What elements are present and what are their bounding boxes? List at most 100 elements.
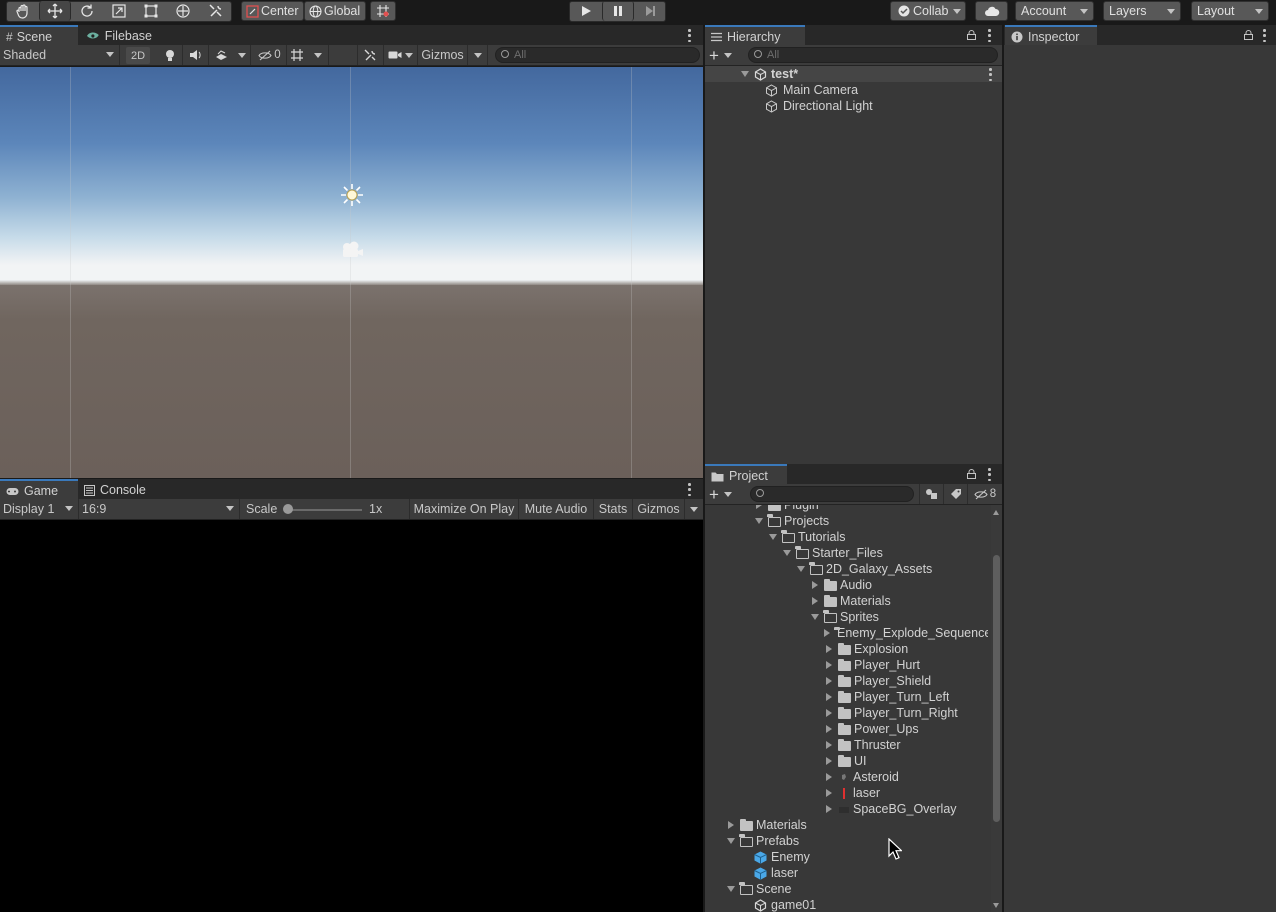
project-tree-item[interactable]: Prefabs [726,833,799,849]
expand-toggle[interactable] [824,757,834,765]
hierarchy-lock-icon[interactable] [967,30,976,40]
collapse-arrow-icon[interactable] [812,581,818,589]
rect-tool-button[interactable] [135,1,167,21]
project-tree-item[interactable]: Enemy [740,849,810,865]
pause-button[interactable] [602,1,634,21]
scene-panel-menu-icon[interactable] [688,29,691,42]
project-tree-item[interactable]: Starter_Files [782,545,883,561]
shading-mode-dropdown[interactable]: Shaded [0,45,120,65]
project-search-input[interactable] [750,486,914,502]
game-panel-menu-icon[interactable] [688,483,691,496]
expand-toggle[interactable] [796,566,806,572]
pivot-mode-button[interactable]: Center [241,1,304,21]
layers-button[interactable]: Layers [1103,1,1181,21]
project-tree-item[interactable]: Enemy_Explode_Sequence [824,625,988,641]
project-tree-item[interactable]: Audio [810,577,872,593]
game-viewport[interactable] [0,520,703,912]
project-tree-item[interactable]: Tutorials [768,529,845,545]
stats-toggle[interactable]: Stats [594,499,633,519]
expand-toggle[interactable] [810,597,820,605]
expand-toggle[interactable] [726,821,736,829]
project-tree-item[interactable]: Player_Turn_Left [824,689,949,705]
grid-dropdown[interactable] [307,45,329,65]
cloud-button[interactable] [975,1,1008,21]
expand-arrow-icon[interactable] [783,550,791,556]
gizmos-button[interactable]: Gizmos [418,45,468,65]
snap-button[interactable] [370,1,396,21]
move-tool-button[interactable] [39,1,71,21]
scroll-down-icon[interactable] [993,903,999,908]
project-tree-item[interactable]: laser [740,865,798,881]
collapse-arrow-icon[interactable] [812,597,818,605]
scene-search-input[interactable]: All [495,47,700,63]
expand-arrow-icon[interactable] [727,886,735,892]
scale-slider-handle[interactable] [283,504,293,514]
gizmos-dropdown[interactable] [468,45,488,65]
hierarchy-search-input[interactable]: All [748,47,998,63]
expand-toggle[interactable] [824,773,834,781]
custom-tool-button[interactable] [199,1,232,21]
tab-project[interactable]: Project [705,464,787,486]
expand-toggle[interactable] [810,614,820,620]
project-panel-menu-icon[interactable] [988,468,991,481]
collapse-arrow-icon[interactable] [826,677,832,685]
hidden-packages-toggle[interactable]: 8 [967,484,1002,504]
play-button[interactable] [569,1,602,21]
tab-inspector[interactable]: Inspector [1005,25,1097,47]
search-by-label-button[interactable] [943,484,967,504]
camera-button[interactable] [384,45,418,65]
expand-arrow-icon[interactable] [755,518,763,524]
transform-tool-button[interactable] [167,1,199,21]
inspector-panel-menu-icon[interactable] [1263,29,1266,42]
layout-button[interactable]: Layout [1191,1,1269,21]
tab-hierarchy[interactable]: Hierarchy [705,25,805,47]
step-button[interactable] [634,1,666,21]
project-tree-item[interactable]: Player_Turn_Right [824,705,958,721]
project-lock-icon[interactable] [967,469,976,479]
project-tree-item[interactable]: Asteroid [824,769,899,785]
scene-row-menu-icon[interactable] [989,68,992,81]
expand-arrow-icon[interactable] [769,534,777,540]
expand-toggle[interactable] [754,505,764,509]
expand-toggle[interactable] [824,789,834,797]
collab-button[interactable]: Collab [890,1,966,21]
effects-dropdown[interactable] [233,45,251,65]
expand-toggle[interactable] [824,629,830,637]
grid-toggle[interactable] [287,45,307,65]
camera-gizmo-icon[interactable] [340,241,364,259]
display-dropdown[interactable]: Display 1 [0,499,79,519]
expand-arrow-icon[interactable] [797,566,805,572]
collapse-arrow-icon[interactable] [756,505,762,509]
project-tree-item[interactable]: Explosion [824,641,908,657]
maximize-on-play-toggle[interactable]: Maximize On Play [410,499,519,519]
collapse-arrow-icon[interactable] [824,629,830,637]
expand-arrow-icon[interactable] [811,614,819,620]
aspect-dropdown[interactable]: 16:9 [79,499,240,519]
hand-tool-button[interactable] [6,1,39,21]
tools-button[interactable] [358,45,384,65]
project-tree-item[interactable]: Sprites [810,609,879,625]
expand-toggle[interactable] [824,805,834,813]
expand-arrow-icon[interactable] [727,838,735,844]
expand-toggle[interactable] [768,534,778,540]
project-tree-item[interactable]: Player_Hurt [824,657,920,673]
search-by-type-button[interactable] [919,484,943,504]
collapse-arrow-icon[interactable] [826,773,832,781]
project-add-button[interactable]: + [709,486,739,503]
account-button[interactable]: Account [1015,1,1094,21]
project-tree-item[interactable]: laser [824,785,880,801]
project-tree-item[interactable]: Projects [754,513,829,529]
hierarchy-item[interactable]: Directional Light [765,98,873,114]
project-tree-item[interactable]: Power_Ups [824,721,919,737]
project-scrollbar[interactable] [991,505,1002,912]
collapse-arrow-icon[interactable] [826,805,832,813]
expand-toggle[interactable] [782,550,792,556]
project-tree-item[interactable]: Materials [726,817,807,833]
collapse-arrow-icon[interactable] [826,757,832,765]
game-gizmos-dropdown[interactable] [685,499,703,519]
expand-toggle[interactable] [824,677,834,685]
tab-game[interactable]: Game [0,479,78,501]
project-tree-item[interactable]: UI [824,753,867,769]
hierarchy-item[interactable]: Main Camera [765,82,858,98]
tab-filebase[interactable]: Filebase [80,25,160,47]
